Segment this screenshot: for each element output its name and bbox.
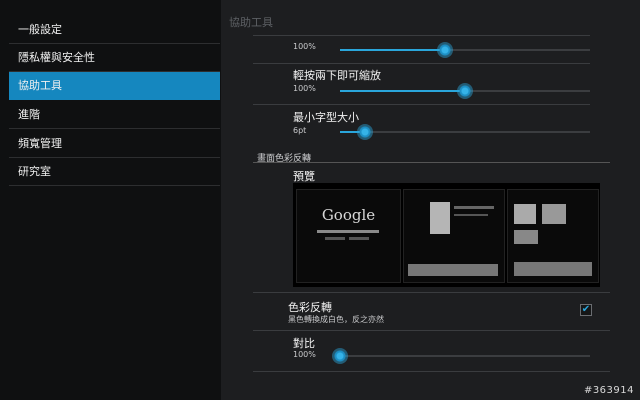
google-logo: Google (321, 206, 376, 224)
page-title: 協助工具 (229, 16, 273, 29)
divider (253, 371, 610, 372)
contrast-slider[interactable] (332, 347, 590, 365)
preview-title: 預覽 (293, 170, 315, 183)
slider-thumb[interactable] (457, 83, 473, 99)
double-tap-zoom-title: 輕按兩下即可縮放 (293, 69, 381, 82)
text-scale-slider[interactable] (340, 41, 590, 59)
text-scale-value: 100% (293, 42, 316, 51)
preview-photo (514, 230, 538, 244)
sidebar-item-labs[interactable]: 研究室 (9, 158, 220, 186)
preview-button (349, 237, 369, 240)
invert-colors-checkbox[interactable]: ✔ (580, 304, 592, 316)
sidebar-item-general[interactable]: 一般設定 (9, 16, 220, 44)
preview-photo (514, 262, 592, 276)
min-font-size-slider[interactable] (340, 123, 590, 141)
sidebar-item-bandwidth[interactable]: 頻寬管理 (9, 130, 220, 158)
slider-thumb[interactable] (357, 124, 373, 140)
preview-image: Google (293, 183, 600, 287)
divider (253, 35, 590, 36)
preview-photo (542, 204, 566, 224)
slider-thumb[interactable] (332, 348, 348, 364)
contrast-value: 100% (293, 350, 316, 359)
accessibility-panel: 協助工具 100% 輕按兩下即可縮放 100% 最小字型大小 6pt 畫面色彩反… (221, 0, 640, 400)
divider (253, 63, 590, 64)
preview-button (325, 237, 345, 240)
slider-fill (340, 49, 445, 51)
preview-news-page (403, 189, 505, 283)
min-font-size-value: 6pt (293, 126, 307, 135)
preview-cnn-page (507, 189, 599, 283)
image-id-watermark: #363914 (583, 385, 634, 396)
preview-google-page: Google (296, 189, 401, 283)
sidebar-item-privacy-security[interactable]: 隱私權與安全性 (9, 44, 220, 72)
slider-track (340, 355, 590, 357)
preview-photo (430, 202, 450, 234)
divider (253, 292, 610, 293)
preview-text-line (454, 214, 488, 216)
invert-colors-title: 色彩反轉 (288, 301, 332, 314)
checkmark-icon: ✔ (581, 304, 591, 315)
sidebar-item-accessibility[interactable]: 協助工具 (9, 72, 220, 100)
preview-photo (514, 204, 536, 224)
double-tap-zoom-value: 100% (293, 84, 316, 93)
divider (253, 104, 590, 105)
contrast-title: 對比 (293, 337, 315, 350)
sidebar-item-advanced[interactable]: 進階 (9, 101, 220, 129)
slider-fill (340, 90, 465, 92)
section-divider (253, 162, 610, 163)
divider (253, 330, 610, 331)
invert-colors-summary: 黑色轉換成白色，反之亦然 (288, 315, 384, 324)
preview-search-box (317, 230, 379, 233)
double-tap-zoom-slider[interactable] (340, 82, 590, 100)
slider-track (340, 131, 590, 133)
preview-masthead (408, 264, 498, 276)
settings-sidebar: 一般設定 隱私權與安全性 協助工具 進階 頻寬管理 研究室 (0, 0, 222, 400)
preview-text-line (454, 206, 494, 209)
slider-thumb[interactable] (437, 42, 453, 58)
